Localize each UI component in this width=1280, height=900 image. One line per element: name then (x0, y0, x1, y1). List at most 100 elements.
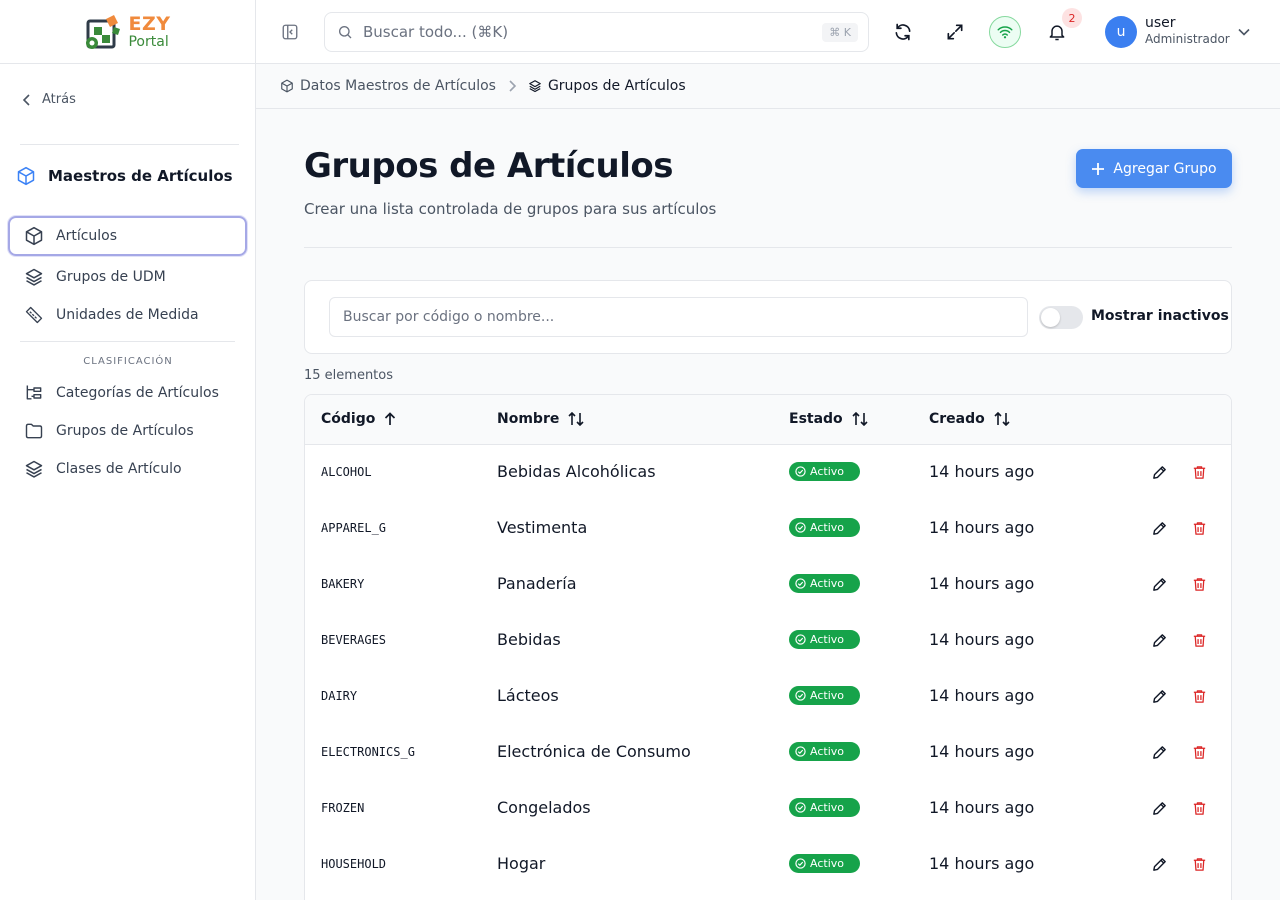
box-icon (17, 166, 35, 186)
avatar[interactable]: u (1105, 16, 1137, 48)
check-circle-icon (795, 746, 806, 757)
cell-name: Panadería (497, 574, 577, 593)
table-row[interactable]: FROZEN Congelados Activo 14 hours ago (305, 781, 1231, 837)
sidebar-item-label: Grupos de UDM (56, 269, 166, 285)
cell-name: Lácteos (497, 686, 559, 705)
edit-button[interactable] (1151, 576, 1168, 597)
cell-name: Congelados (497, 798, 591, 817)
delete-button[interactable] (1191, 800, 1208, 821)
folder-icon (25, 423, 43, 439)
delete-button[interactable] (1191, 576, 1208, 597)
status-label: Activo (810, 577, 844, 590)
pencil-icon (1153, 858, 1166, 871)
global-search[interactable]: Buscar todo... (⌘K) ⌘ K (324, 12, 869, 52)
logo-area: EZY Portal (0, 0, 255, 64)
column-label: Nombre (497, 411, 560, 427)
status-badge: Activo (789, 798, 860, 817)
breadcrumb-item-current: Grupos de Artículos (528, 78, 686, 94)
page-subtitle: Crear una lista controlada de grupos par… (304, 200, 717, 218)
cell-name: Bebidas Alcohólicas (497, 462, 656, 481)
delete-button[interactable] (1191, 744, 1208, 765)
cell-code: APPAREL_G (321, 521, 387, 535)
delete-button[interactable] (1191, 464, 1208, 485)
column-header-created[interactable]: Creado (929, 411, 1010, 427)
cell-code: BEVERAGES (321, 633, 387, 647)
delete-button[interactable] (1191, 856, 1208, 877)
delete-button[interactable] (1191, 632, 1208, 653)
cell-code: ELECTRONICS_G (321, 745, 415, 759)
sidebar-item-unidades-medida[interactable]: Unidades de Medida (8, 295, 247, 335)
edit-button[interactable] (1151, 744, 1168, 765)
sidebar-item-clases[interactable]: Clases de Artículo (8, 449, 247, 489)
check-circle-icon (795, 690, 806, 701)
ezy-portal-logo[interactable]: EZY Portal (84, 13, 170, 51)
plus-icon (1092, 162, 1105, 175)
sort-icon (994, 412, 1010, 426)
layers-icon (529, 80, 541, 93)
pencil-icon (1153, 466, 1166, 479)
chevron-left-icon (22, 93, 30, 106)
logo-text-ezy: EZY (128, 12, 171, 35)
table-row[interactable]: ELECTRONICS_G Electrónica de Consumo Act… (305, 725, 1231, 781)
cell-created: 14 hours ago (929, 686, 1035, 705)
edit-button[interactable] (1151, 856, 1168, 877)
edit-button[interactable] (1151, 464, 1168, 485)
collapse-sidebar-button[interactable] (280, 22, 300, 42)
sidebar-item-categorias[interactable]: Categorías de Artículos (8, 373, 247, 413)
sidebar-item-articulos[interactable]: Artículos (8, 216, 247, 256)
user-menu[interactable]: user Administrador (1145, 15, 1230, 46)
table-row[interactable]: BAKERY Panadería Activo 14 hours ago (305, 557, 1231, 613)
fullscreen-button[interactable] (944, 21, 966, 43)
table-row[interactable]: HOUSEHOLD Hogar Activo 14 hours ago (305, 837, 1231, 893)
status-label: Activo (810, 521, 844, 534)
connection-status-button[interactable] (989, 16, 1021, 48)
sidebar-item-grupos-articulos[interactable]: Grupos de Artículos (8, 411, 247, 451)
expand-icon (947, 24, 963, 40)
logo-mark-icon (86, 14, 121, 49)
add-group-button[interactable]: Agregar Grupo (1076, 149, 1232, 188)
edit-button[interactable] (1151, 800, 1168, 821)
search-input[interactable]: Buscar todo... (⌘K) (363, 23, 812, 41)
section-title-label: Maestros de Artículos (48, 167, 233, 185)
user-name: user (1145, 15, 1176, 31)
sidebar-divider (20, 341, 235, 342)
table-row[interactable]: BEVERAGES Bebidas Activo 14 hours ago (305, 613, 1231, 669)
item-count: 15 elementos (304, 368, 394, 383)
delete-button[interactable] (1191, 688, 1208, 709)
edit-button[interactable] (1151, 520, 1168, 541)
edit-button[interactable] (1151, 688, 1168, 709)
layers-icon (25, 268, 43, 286)
back-link[interactable]: Atrás (22, 92, 76, 107)
table-row[interactable]: APPAREL_G Vestimenta Activo 14 hours ago (305, 501, 1231, 557)
groups-table: Código Nombre Estado Creado ALCOHOL Bebi… (304, 394, 1232, 900)
status-label: Activo (810, 801, 844, 814)
refresh-icon (895, 23, 911, 41)
status-badge: Activo (789, 574, 860, 593)
delete-button[interactable] (1191, 520, 1208, 541)
refresh-button[interactable] (892, 21, 914, 43)
check-circle-icon (795, 522, 806, 533)
pencil-icon (1153, 746, 1166, 759)
search-shortcut-hint: ⌘ K (822, 22, 858, 42)
sidebar-item-label: Categorías de Artículos (56, 385, 219, 401)
box-icon (281, 79, 293, 93)
box-icon (25, 226, 43, 246)
breadcrumb-item[interactable]: Datos Maestros de Artículos (280, 78, 496, 94)
table-row[interactable]: DAIRY Lácteos Activo 14 hours ago (305, 669, 1231, 725)
column-header-status[interactable]: Estado (789, 411, 868, 427)
status-badge: Activo (789, 518, 860, 537)
column-header-name[interactable]: Nombre (497, 411, 584, 427)
sidebar-item-grupos-udm[interactable]: Grupos de UDM (8, 257, 247, 297)
column-header-code[interactable]: Código (321, 411, 396, 427)
show-inactive-toggle[interactable] (1039, 306, 1083, 329)
back-label: Atrás (42, 92, 76, 107)
edit-button[interactable] (1151, 632, 1168, 653)
sidebar-section-title: Maestros de Artículos (16, 166, 233, 186)
check-circle-icon (795, 858, 806, 869)
table-search-input[interactable]: Buscar por código o nombre... (329, 297, 1028, 337)
pencil-icon (1153, 578, 1166, 591)
sort-icon (852, 412, 868, 426)
user-menu-toggle[interactable] (1236, 24, 1252, 40)
table-row[interactable]: ALCOHOL Bebidas Alcohólicas Activo 14 ho… (305, 445, 1231, 501)
cell-name: Vestimenta (497, 518, 588, 537)
